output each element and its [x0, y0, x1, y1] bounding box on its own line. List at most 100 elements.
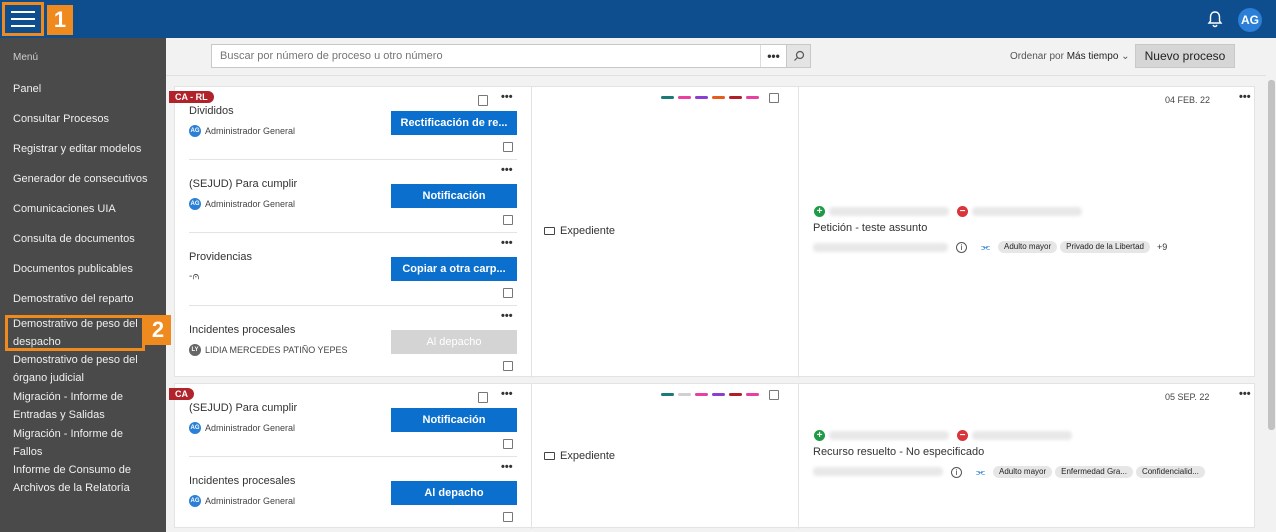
tag-count[interactable]: +9 — [1157, 242, 1167, 252]
task-action-button[interactable]: Notificación — [391, 408, 517, 432]
task-action-button[interactable]: Al depacho — [391, 330, 517, 354]
sidebar-item-comunicaciones-uia[interactable]: Comunicaciones UIA — [13, 200, 153, 218]
info-icon[interactable]: i — [956, 241, 967, 253]
more-options-icon[interactable]: ••• — [1239, 388, 1251, 400]
task-assignee: AG Administrador General — [189, 198, 295, 210]
task-action-button[interactable]: Notificación — [391, 184, 517, 208]
tags-row: i ⫘ Adulto mayor Enfermedad Gra... Confi… — [951, 466, 1208, 478]
more-options-icon[interactable]: ••• — [501, 91, 513, 103]
blurred-text — [972, 431, 1072, 440]
more-options-icon[interactable]: ••• — [501, 388, 513, 400]
blurred-text — [829, 207, 949, 216]
flow-icon[interactable]: ⫘ — [981, 242, 990, 253]
minus-circle-icon: − — [957, 430, 968, 441]
assignee-name: Administrador General — [205, 423, 296, 433]
sidebar-title: Menú — [13, 52, 39, 63]
card-date: 05 SEP. 22 — [1165, 392, 1210, 402]
tag-pill: Adulto mayor — [998, 241, 1058, 253]
search-options-button[interactable]: ••• — [760, 45, 786, 67]
tag-pill: Privado de la Libertad — [1060, 241, 1150, 253]
document-icon[interactable] — [478, 392, 488, 403]
note-icon[interactable] — [503, 215, 513, 225]
step-badge-1: 1 — [47, 5, 73, 35]
more-options-icon[interactable]: ••• — [1239, 91, 1251, 103]
task-action-button[interactable]: Copiar a otra carp... — [391, 257, 517, 281]
sidebar-item-migracion-fallos[interactable]: Migración - Informe de Fallos — [13, 425, 133, 461]
hamburger-menu-button[interactable] — [2, 2, 44, 36]
assignee-name: Administrador General — [205, 496, 296, 506]
color-bar — [661, 393, 674, 396]
more-options-icon[interactable]: ••• — [501, 164, 513, 176]
avatar: AG — [189, 198, 201, 210]
task-title: (SEJUD) Para cumplir — [189, 402, 298, 414]
sidebar-item-migracion-entradas[interactable]: Migración - Informe de Entradas y Salida… — [13, 388, 133, 424]
task-title: Incidentes procesales — [189, 324, 296, 336]
expediente-link[interactable]: Expediente — [544, 225, 615, 237]
search-button[interactable] — [786, 44, 811, 68]
divider — [166, 75, 1266, 76]
sidebar-item-demostrativo-reparto[interactable]: Demostrativo del reparto — [13, 290, 153, 308]
tag-pill: Enfermedad Gra... — [1055, 466, 1133, 478]
task-assignee: AG Administrador General — [189, 422, 295, 434]
divider — [189, 232, 517, 233]
info-icon[interactable]: i — [951, 466, 962, 478]
task-action-button[interactable]: Rectificación de re... — [391, 111, 517, 135]
search-input[interactable] — [211, 44, 786, 68]
color-bars — [661, 96, 759, 99]
color-bar — [712, 393, 725, 396]
folder-icon — [544, 452, 555, 460]
note-icon[interactable] — [769, 390, 779, 400]
plus-circle-icon: + — [814, 430, 825, 441]
note-icon[interactable] — [503, 288, 513, 298]
task-assignee: AG Administrador General — [189, 495, 295, 507]
blurred-text — [813, 467, 943, 476]
flow-icon[interactable]: ⫘ — [976, 467, 985, 478]
note-icon[interactable] — [503, 439, 513, 449]
color-bar — [746, 393, 759, 396]
expediente-label: Expediente — [560, 225, 616, 237]
sidebar-item-demostrativo-peso-organo[interactable]: Demostrativo de peso del órgano judicial — [13, 351, 143, 387]
sidebar-item-generador-consecutivos[interactable]: Generador de consecutivos — [13, 170, 153, 188]
more-options-icon[interactable]: ••• — [501, 310, 513, 322]
scrollbar-thumb[interactable] — [1268, 80, 1275, 430]
sort-label: Ordenar por — [1010, 51, 1064, 62]
expediente-link[interactable]: Expediente — [544, 450, 615, 462]
divider — [531, 87, 532, 378]
process-card[interactable]: ••• (SEJUD) Para cumplir AG Administrador… — [174, 383, 1255, 529]
process-card[interactable]: Divididos AG Administrador General Rectif… — [174, 86, 1255, 378]
step-badge-2: 2 — [145, 315, 171, 345]
color-bar — [678, 393, 691, 396]
task-assignee: LY LIDIA MERCEDES PATIÑO YEPES — [189, 344, 348, 356]
divider — [798, 384, 799, 529]
blurred-text — [972, 207, 1082, 216]
new-process-button[interactable]: Nuevo proceso — [1135, 44, 1235, 68]
sort-selector[interactable]: Ordenar por Más tiempo ⌄ — [1010, 51, 1130, 62]
more-options-icon[interactable]: ••• — [501, 461, 513, 473]
note-icon[interactable] — [503, 361, 513, 371]
divider — [531, 384, 532, 529]
sidebar-item-consultar-procesos[interactable]: Consultar Procesos — [13, 110, 153, 128]
more-options-icon[interactable]: ••• — [501, 237, 513, 249]
folder-icon — [544, 227, 555, 235]
user-avatar[interactable]: AG — [1238, 8, 1262, 32]
color-bar — [695, 96, 708, 99]
sidebar-item-registrar-modelos[interactable]: Registrar y editar modelos — [13, 140, 153, 158]
case-tag: CA - RL — [169, 91, 214, 103]
sidebar-item-panel[interactable]: Panel — [13, 80, 153, 98]
sidebar: Menú Panel Consultar Procesos Registrar … — [0, 38, 166, 532]
avatar: LY — [189, 344, 201, 356]
unassigned-icon: -⩀ — [189, 271, 200, 282]
tag-pill: Adulto mayor — [993, 466, 1053, 478]
note-icon[interactable] — [503, 142, 513, 152]
sidebar-item-documentos-publicables[interactable]: Documentos publicables — [13, 260, 153, 278]
sidebar-item-consulta-documentos[interactable]: Consulta de documentos — [13, 230, 153, 248]
process-subject: Recurso resuelto - No especificado — [813, 446, 985, 458]
note-icon[interactable] — [769, 93, 779, 103]
sidebar-item-informe-consumo[interactable]: Informe de Consumo de Archivos de la Rel… — [13, 461, 143, 497]
note-icon[interactable] — [503, 512, 513, 522]
task-action-button[interactable]: Al depacho — [391, 481, 517, 505]
sidebar-item-demostrativo-peso-despacho[interactable]: Demostrativo de peso del despacho — [13, 315, 143, 351]
tags-row: i ⫘ Adulto mayor Privado de la Libertad … — [956, 241, 1167, 253]
document-icon[interactable] — [478, 95, 488, 106]
bell-icon[interactable] — [1207, 10, 1223, 28]
